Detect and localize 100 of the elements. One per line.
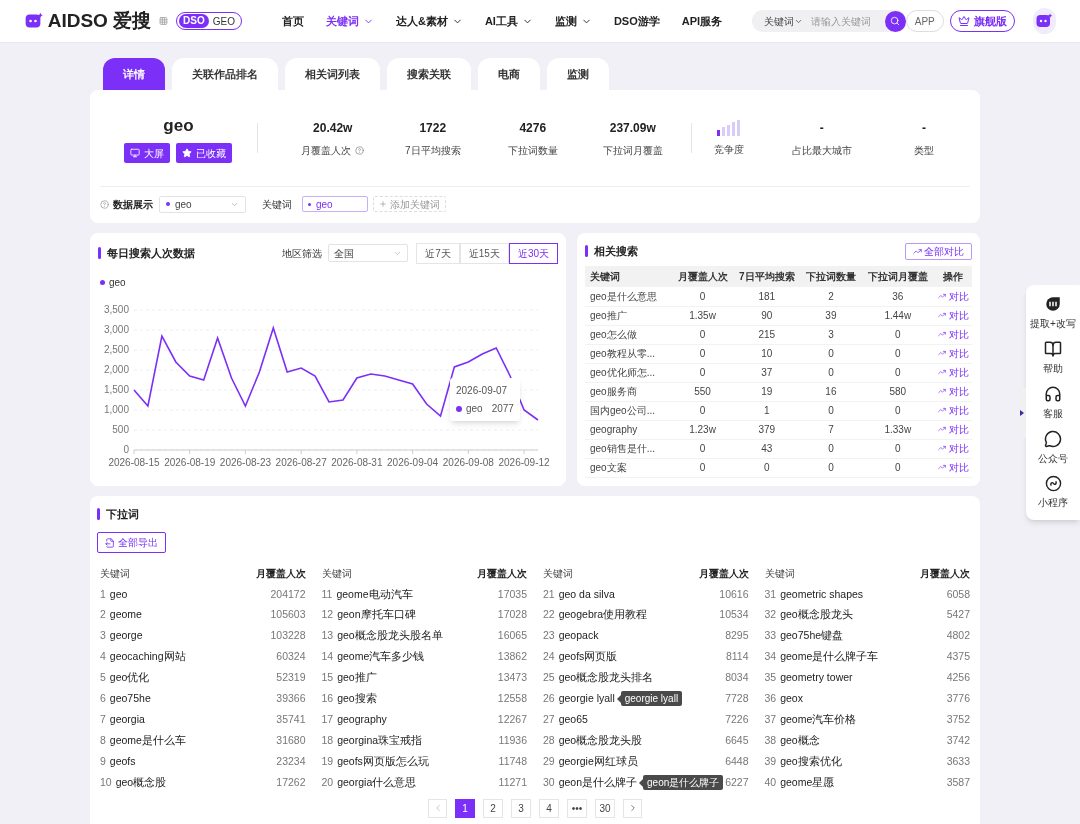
nav-item[interactable]: 关键词 bbox=[325, 12, 374, 30]
compare-link[interactable]: 对比 bbox=[937, 402, 969, 418]
keyword-text: geo搜索 bbox=[337, 691, 377, 706]
page-button[interactable]: ••• bbox=[567, 798, 587, 818]
table-cell-text: 105603 bbox=[270, 607, 306, 623]
tab[interactable]: 关联作品排名 bbox=[172, 58, 278, 90]
table-cell: 0 bbox=[861, 439, 935, 458]
side-panel-item[interactable]: 提取+改写 bbox=[1030, 295, 1076, 331]
tab[interactable]: 详情 bbox=[103, 58, 165, 90]
table-cell: geography bbox=[585, 420, 673, 439]
stat-label: 下拉词数量 bbox=[507, 143, 558, 158]
rank-number: 31 bbox=[764, 586, 777, 602]
help-icon[interactable] bbox=[355, 145, 365, 155]
side-panel-item[interactable]: 小程序 bbox=[1038, 475, 1068, 510]
page-button[interactable]: 3 bbox=[511, 798, 531, 818]
page-button[interactable]: 2 bbox=[483, 798, 503, 818]
search-field[interactable]: 关键词 请输入关键词 bbox=[752, 10, 906, 32]
rank-number: 24 bbox=[543, 649, 555, 665]
monitor-icon bbox=[130, 148, 141, 159]
stat-label: 竞争度 bbox=[713, 142, 744, 157]
stat-value: 4276 bbox=[519, 119, 547, 137]
tab[interactable]: 相关词列表 bbox=[285, 58, 380, 90]
keyword-text: geo推广 bbox=[337, 670, 377, 686]
rank-number: 28 bbox=[543, 732, 555, 748]
tab[interactable]: 监测 bbox=[547, 58, 609, 90]
page-button[interactable]: 4 bbox=[539, 798, 559, 818]
table-cell-text: 10616 bbox=[719, 586, 749, 602]
rank-number: 6 bbox=[100, 691, 106, 706]
export-button[interactable]: 全部导出 bbox=[97, 532, 166, 553]
action-button[interactable]: 大屏 bbox=[124, 143, 171, 164]
compare-link[interactable]: 对比 bbox=[937, 459, 969, 475]
tooltip: georgie lyall bbox=[620, 691, 683, 707]
side-panel-item[interactable]: 客服 bbox=[1043, 385, 1063, 421]
keyword-text: geome星愿 bbox=[780, 774, 835, 790]
rank-number: 23 bbox=[543, 628, 555, 644]
table-cell: 4375 bbox=[946, 649, 970, 665]
keyword-text: geometry tower bbox=[780, 670, 853, 686]
keyword-tag[interactable]: geo bbox=[302, 196, 368, 212]
page-button[interactable]: 1 bbox=[455, 798, 475, 818]
nav-item[interactable]: 监测 bbox=[554, 12, 592, 30]
nav-item[interactable]: 首页 bbox=[281, 12, 304, 30]
keyword-text: georgia什么意思 bbox=[337, 774, 417, 790]
previous-page-button[interactable] bbox=[428, 798, 447, 818]
compare-link[interactable]: 对比 bbox=[937, 345, 969, 361]
tooltip-date: 2026-09-07 bbox=[456, 384, 509, 398]
nav-item[interactable]: 达人&素材 bbox=[395, 12, 463, 30]
collapse-handle[interactable] bbox=[1018, 388, 1026, 438]
rank-number: 36 bbox=[764, 691, 777, 706]
filter-label: 关键词 bbox=[262, 197, 292, 212]
compare-link[interactable]: 对比 bbox=[937, 440, 969, 456]
nav-item[interactable]: API服务 bbox=[681, 12, 723, 30]
help-icon[interactable] bbox=[100, 199, 109, 209]
table-cell: 0 bbox=[732, 458, 801, 477]
action-button[interactable]: 已收藏 bbox=[176, 143, 233, 164]
region-select[interactable]: 全国 bbox=[328, 244, 409, 262]
keyword-title: geo bbox=[163, 114, 194, 137]
range-button[interactable]: 近30天 bbox=[508, 242, 558, 264]
table-cell-text: 10534 bbox=[719, 607, 749, 623]
table-cell: 37 bbox=[732, 363, 801, 382]
grid-icon[interactable] bbox=[159, 16, 169, 26]
compare-link[interactable]: 对比 bbox=[937, 288, 969, 304]
table-cell-text: 16065 bbox=[497, 628, 527, 644]
keyword-text: geo概念 bbox=[780, 732, 820, 748]
table-cell: 1.23w bbox=[672, 420, 733, 439]
rank-number: 39 bbox=[764, 753, 777, 769]
table-cell: 2 bbox=[800, 287, 862, 306]
column-header: 关键词 bbox=[585, 266, 673, 287]
compare-all-button[interactable]: 全部对比 bbox=[905, 242, 972, 260]
compare-link[interactable]: 对比 bbox=[937, 364, 969, 380]
table-cell-text: 3587 bbox=[946, 774, 970, 790]
tab[interactable]: 电商 bbox=[478, 58, 540, 90]
nav-item[interactable]: AI工具 bbox=[484, 12, 533, 30]
range-button[interactable]: 近15天 bbox=[459, 242, 509, 264]
table-cell: 7 bbox=[800, 420, 862, 439]
nav-item[interactable]: DSO游学 bbox=[613, 12, 660, 30]
table-cell-text: 3742 bbox=[946, 732, 970, 748]
badge-label: GEO bbox=[211, 14, 236, 29]
page-button[interactable]: 30 bbox=[595, 798, 615, 818]
x-tick-label: 2026-09-04 bbox=[387, 457, 439, 468]
tab[interactable]: 搜索关联 bbox=[387, 58, 471, 90]
avatar[interactable] bbox=[1032, 8, 1056, 34]
keyword-text: geo概念股龙头股 bbox=[558, 732, 643, 748]
table-cell: 3 bbox=[800, 325, 862, 344]
rank-number: 12 bbox=[321, 607, 334, 623]
x-tick-label: 2026-08-19 bbox=[164, 457, 216, 468]
compare-link[interactable]: 对比 bbox=[937, 383, 969, 399]
search-button[interactable] bbox=[884, 10, 906, 32]
compare-link[interactable]: 对比 bbox=[937, 421, 969, 437]
rank-number: 26 bbox=[543, 691, 555, 706]
table-cell-text: 6227 bbox=[725, 774, 749, 790]
compare-link[interactable]: 对比 bbox=[937, 326, 969, 342]
compare-link[interactable]: 对比 bbox=[937, 307, 969, 323]
rank-number: 8 bbox=[100, 732, 106, 748]
side-panel-item[interactable]: 帮助 bbox=[1043, 340, 1063, 376]
keyword-select[interactable]: geo bbox=[159, 195, 246, 213]
next-page-button[interactable] bbox=[623, 798, 642, 818]
range-button[interactable]: 近7天 bbox=[416, 242, 460, 264]
export-icon bbox=[105, 537, 115, 548]
side-panel-item[interactable]: 公众号 bbox=[1038, 430, 1068, 466]
search-scope-select[interactable]: 关键词 bbox=[752, 13, 804, 29]
